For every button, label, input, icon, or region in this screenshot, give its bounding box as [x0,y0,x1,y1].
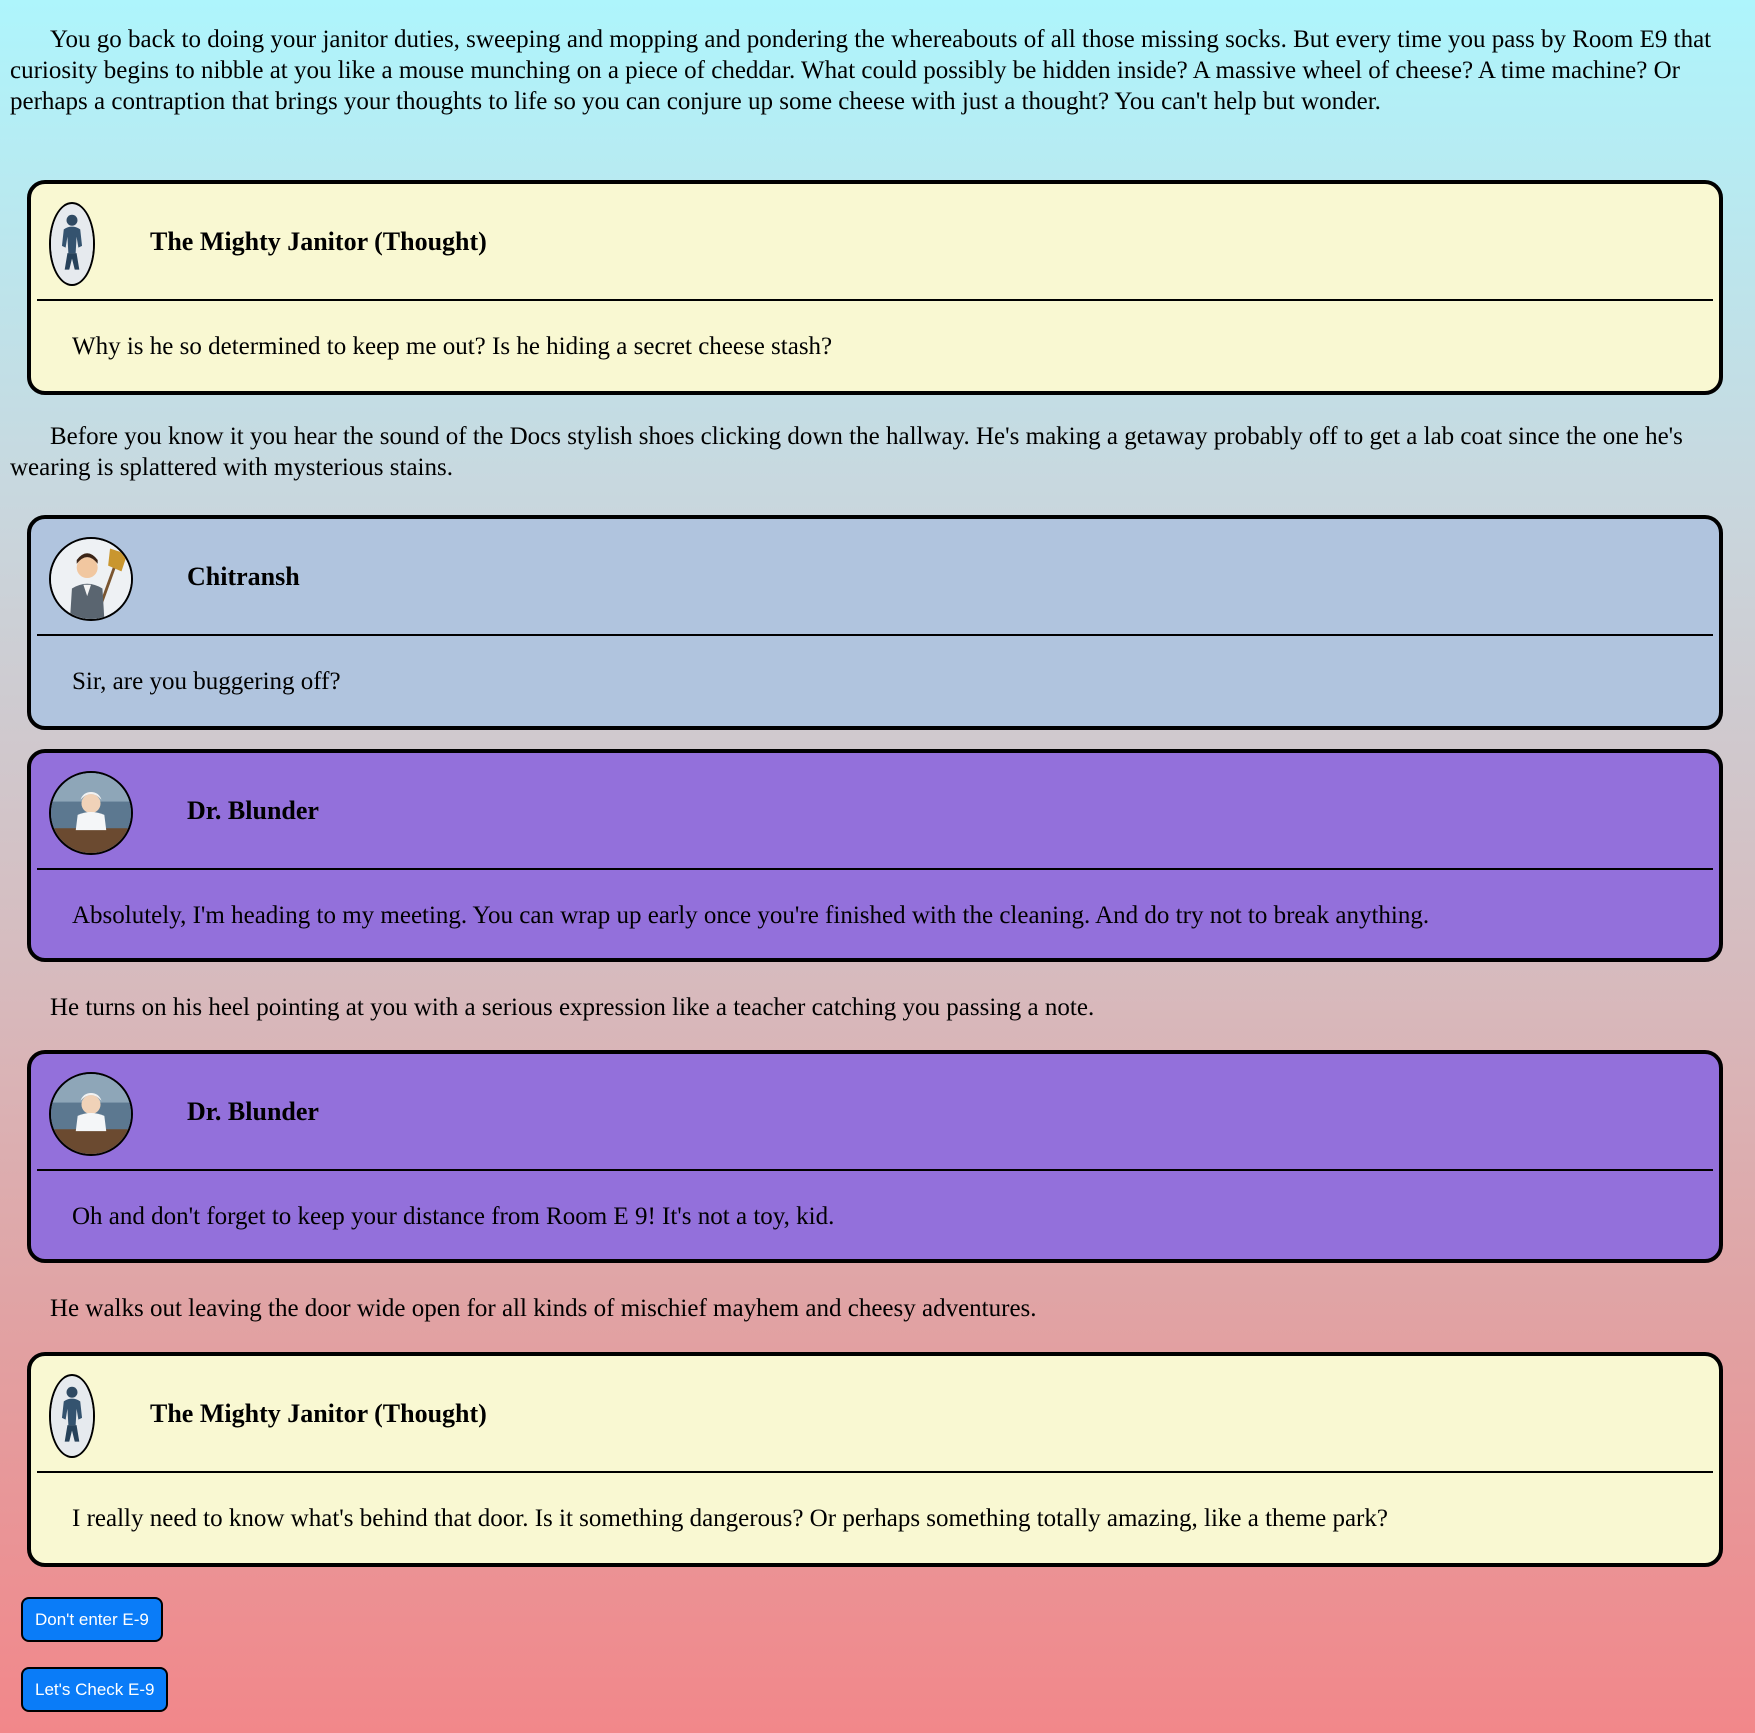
dialogue-header: Chitransh [37,519,1713,636]
dialogue-card-dr-blunder: Dr. Blunder Oh and don't forget to keep … [27,1050,1723,1263]
speaker-name: The Mighty Janitor (Thought) [150,227,487,256]
speaker-name: Chitransh [187,562,300,591]
speaker-name: Dr. Blunder [187,796,319,825]
dialogue-header: The Mighty Janitor (Thought) [37,184,1713,301]
dialogue-text: Why is he so determined to keep me out? … [72,333,833,360]
dialogue-text: Sir, are you buggering off? [72,668,341,695]
dialogue-text: Oh and don't forget to keep your distanc… [72,1203,835,1230]
narration-paragraph: He turns on his heel pointing at you wit… [50,994,1095,1021]
dialogue-card-dr-blunder: Dr. Blunder Absolutely, I'm heading to m… [27,749,1723,962]
dialogue-header: Dr. Blunder [37,753,1713,870]
narration-paragraph: You go back to doing your janitor duties… [10,26,1712,115]
dialogue-card-chitransh: Chitransh Sir, are you buggering off? [27,515,1723,730]
janitor-statue-avatar-icon [49,202,95,286]
speaker-name: Dr. Blunder [187,1097,319,1126]
dr-blunder-avatar-icon [49,771,133,855]
dr-blunder-avatar-icon [49,1072,133,1156]
dont-enter-e9-button[interactable]: Don't enter E-9 [21,1597,163,1642]
janitor-statue-avatar-icon [49,1374,95,1458]
dialogue-card-janitor: The Mighty Janitor (Thought) Why is he s… [27,180,1723,395]
dialogue-text: I really need to know what's behind that… [72,1505,1388,1532]
dialogue-text: Absolutely, I'm heading to my meeting. Y… [72,902,1430,929]
chitransh-broom-avatar-icon [49,537,133,621]
narration-paragraph: Before you know it you hear the sound of… [10,423,1683,481]
dialogue-card-janitor: The Mighty Janitor (Thought) I really ne… [27,1352,1723,1567]
lets-check-e9-button[interactable]: Let's Check E-9 [21,1667,169,1712]
dialogue-header: The Mighty Janitor (Thought) [37,1356,1713,1473]
dialogue-header: Dr. Blunder [37,1054,1713,1171]
narration-paragraph: He walks out leaving the door wide open … [50,1295,1037,1322]
speaker-name: The Mighty Janitor (Thought) [150,1399,487,1428]
